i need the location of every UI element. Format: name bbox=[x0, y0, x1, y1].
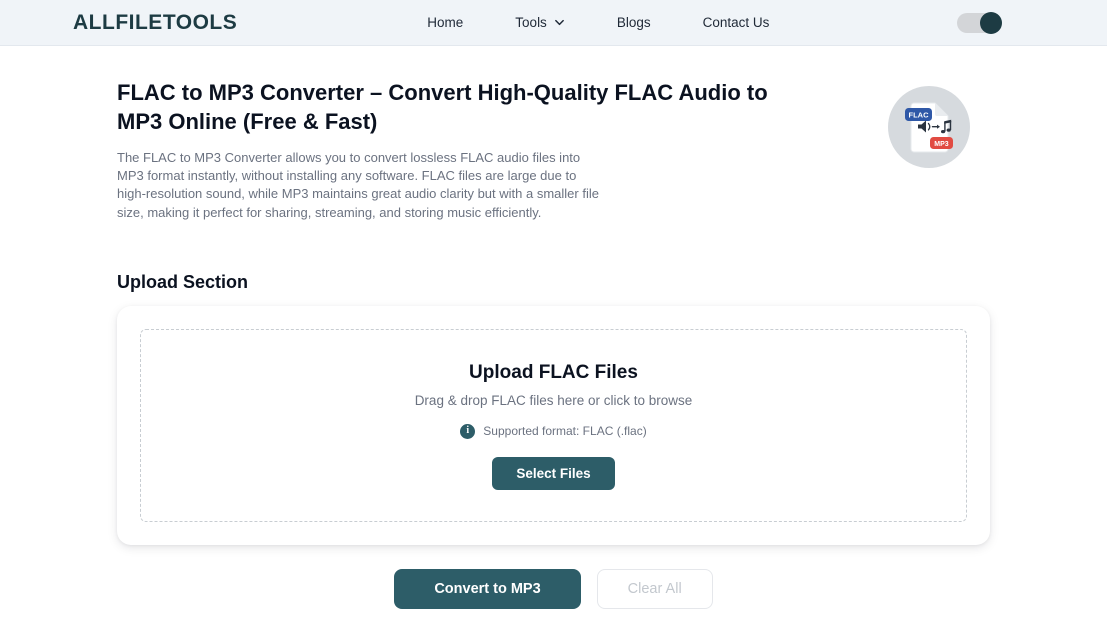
hero-section: FLAC to MP3 Converter – Convert High-Qua… bbox=[117, 78, 990, 222]
nav-blogs-label: Blogs bbox=[616, 15, 651, 30]
mp3-badge-label: MP3 bbox=[934, 141, 949, 148]
action-buttons-row: Convert to MP3 Clear All bbox=[117, 568, 990, 609]
file-dropzone[interactable]: Upload FLAC Files Drag & drop FLAC files… bbox=[140, 328, 967, 522]
site-logo[interactable]: ALLFILETOOLS bbox=[73, 11, 237, 35]
convert-to-mp3-button[interactable]: Convert to MP3 bbox=[394, 568, 581, 609]
info-icon: i bbox=[460, 423, 476, 439]
nav-item-blogs[interactable]: Blogs bbox=[617, 15, 651, 30]
main-nav: Home Tools Blogs Contact Us bbox=[427, 15, 769, 30]
dropzone-subtitle: Drag & drop FLAC files here or click to … bbox=[414, 392, 693, 408]
supported-format-row: i Supported format: FLAC (.flac) bbox=[161, 423, 946, 439]
nav-tools-label: Tools bbox=[515, 15, 547, 30]
supported-format-text: Supported format: FLAC (.flac) bbox=[483, 424, 647, 439]
theme-toggle-switch[interactable] bbox=[957, 11, 1002, 34]
clear-all-button[interactable]: Clear All bbox=[596, 568, 713, 609]
flac-badge-label: FLAC bbox=[909, 111, 930, 120]
upload-card: Upload FLAC Files Drag & drop FLAC files… bbox=[117, 305, 990, 545]
top-navbar: ALLFILETOOLS Home Tools Blogs Contact Us bbox=[0, 0, 1107, 46]
upload-section-title: Upload Section bbox=[117, 271, 249, 292]
nav-item-tools[interactable]: Tools bbox=[515, 15, 565, 30]
nav-contact-label: Contact Us bbox=[702, 15, 770, 30]
dropzone-title: Upload FLAC Files bbox=[469, 361, 638, 383]
nav-item-contact-us[interactable]: Contact Us bbox=[703, 15, 770, 30]
select-files-button[interactable]: Select Files bbox=[492, 456, 615, 490]
page-title: FLAC to MP3 Converter – Convert High-Qua… bbox=[117, 80, 768, 135]
page-description: The FLAC to MP3 Converter allows you to … bbox=[117, 150, 599, 220]
toggle-knob bbox=[980, 11, 1002, 34]
main-content: FLAC to MP3 Converter – Convert High-Qua… bbox=[117, 46, 990, 609]
hero-text-block: FLAC to MP3 Converter – Convert High-Qua… bbox=[117, 78, 807, 222]
nav-item-home[interactable]: Home bbox=[427, 15, 463, 30]
flac-to-mp3-file-icon: FLAC MP3 bbox=[888, 86, 970, 173]
nav-home-label: Home bbox=[427, 15, 464, 30]
chevron-down-icon bbox=[554, 19, 564, 26]
